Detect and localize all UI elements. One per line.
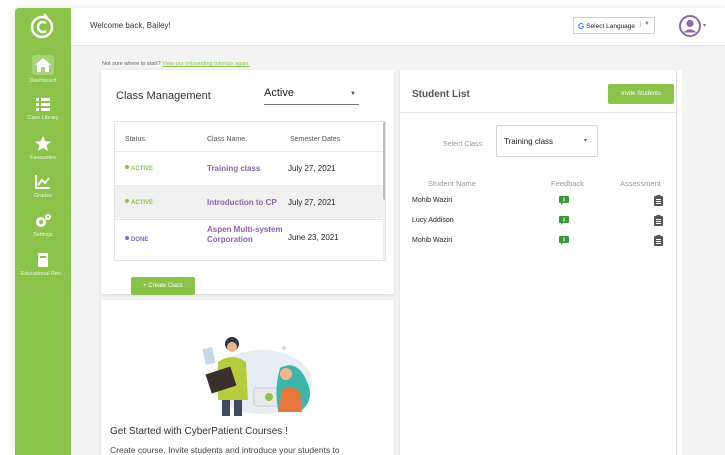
class-select[interactable]: Training class ▼ <box>496 125 598 157</box>
status-dot <box>125 165 129 169</box>
get-started-text: Create course. Invite students and intro… <box>110 445 340 455</box>
cyberpatient-logo[interactable] <box>29 13 55 39</box>
class-name-link[interactable]: Introduction to CP <box>207 198 285 208</box>
table-row[interactable]: DONE Aspen Multi-system Corporation June… <box>115 219 383 260</box>
sidebar-item-grades[interactable]: Grades <box>15 174 71 199</box>
get-started-title: Get Started with CyberPatient Courses ! <box>110 426 288 437</box>
filter-value: Active <box>264 87 294 99</box>
status-dot <box>125 199 129 203</box>
get-started-panel: Get Started with CyberPatient Courses ! … <box>101 300 394 455</box>
app-window: Dashboard Case Library Favourites Grades <box>15 8 725 455</box>
sidebar-item-label: Settings <box>33 232 53 238</box>
class-table: Status. Class Name. Semester Dates ACTIV… <box>114 121 386 261</box>
sidebar-item-settings[interactable]: Settings <box>15 213 71 238</box>
table-row[interactable]: ACTIVE Introduction to CP July 27, 2021 <box>115 185 383 218</box>
student-list-panel: Student List Invite Students Select Clas… <box>400 70 676 455</box>
student-name: Lucy Addison <box>412 217 454 224</box>
class-management-title: Class Management <box>116 90 211 102</box>
student-row: Mohib Waziri <box>400 232 676 252</box>
google-icon: G <box>578 22 585 31</box>
status-badge: ACTIVE <box>125 165 153 172</box>
onboarding-note: Not sure where to start? View our onboar… <box>102 61 250 67</box>
teaching-illustration <box>202 337 312 416</box>
sidebar-item-case-library[interactable]: Case Library <box>15 96 71 121</box>
status-text: ACTIVE <box>131 200 154 206</box>
sidebar-item-dashboard[interactable]: Dashboard <box>15 55 71 84</box>
student-row: Lucy Addison <box>400 212 676 232</box>
user-avatar[interactable] <box>679 15 701 37</box>
book-icon <box>38 253 48 267</box>
sidebar: Dashboard Case Library Favourites Grades <box>15 8 71 455</box>
class-select-value: Training class <box>504 137 554 146</box>
student-list-title: Student List <box>412 89 470 100</box>
sidebar-item-label: Favourites <box>30 155 56 161</box>
class-table-scrollbar[interactable] <box>383 122 385 260</box>
semester-date: June 23, 2021 <box>288 233 339 242</box>
sidebar-item-educational-resources[interactable]: Educational Res... <box>15 252 71 277</box>
clipboard-icon[interactable] <box>654 195 663 206</box>
chevron-down-icon: ▼ <box>640 21 650 27</box>
student-name: Mohib Waziri <box>412 197 453 204</box>
column-header-feedback: Feedback <box>551 179 584 188</box>
status-badge: ACTIVE <box>125 199 153 206</box>
class-name-link[interactable]: Training class <box>207 164 285 174</box>
student-name: Mohib Waziri <box>412 237 453 244</box>
sidebar-item-label: Case Library <box>27 115 59 121</box>
divider <box>400 112 676 113</box>
column-header-assessment: Assessment <box>620 179 661 188</box>
gears-icon <box>36 214 51 227</box>
invite-students-button[interactable]: Invite Students <box>608 84 674 104</box>
class-status-filter[interactable]: Active ▼ <box>264 87 359 105</box>
page-scrollbar[interactable] <box>676 70 682 455</box>
chevron-down-icon[interactable]: ▾ <box>703 22 706 29</box>
caret-down-icon: ▼ <box>350 91 356 97</box>
chart-icon <box>35 175 50 189</box>
table-row[interactable]: ACTIVE Training class July 27, 2021 <box>115 151 383 184</box>
list-icon <box>36 98 50 111</box>
semester-date: July 27, 2021 <box>288 198 336 207</box>
class-name-link[interactable]: Aspen Multi-system Corporation <box>207 225 287 245</box>
create-class-button[interactable]: + Create Class <box>131 277 195 295</box>
select-class-label: Select Class: <box>443 141 484 148</box>
clipboard-icon[interactable] <box>654 215 663 226</box>
clipboard-icon[interactable] <box>654 235 663 246</box>
status-dot <box>125 236 129 240</box>
home-icon <box>35 58 51 72</box>
language-selector[interactable]: G Select Language ▼ <box>573 17 655 34</box>
class-management-panel: Class Management Active ▼ Status. Class … <box>101 70 394 295</box>
scrollbar-thumb[interactable] <box>383 122 385 200</box>
onboarding-link[interactable]: View our onboarding tutorials again. <box>162 61 250 67</box>
column-header-semester-dates: Semester Dates <box>290 136 341 143</box>
welcome-message: Welcome back, Bailey! <box>90 21 171 30</box>
language-label: Select Language <box>586 23 636 30</box>
status-text: DONE <box>131 237 149 243</box>
sidebar-item-label: Grades <box>33 193 53 199</box>
caret-down-icon: ▼ <box>583 138 588 144</box>
column-header-class-name: Class Name. <box>207 136 248 143</box>
top-header: Welcome back, Bailey! G Select Language ▼… <box>71 8 725 46</box>
sidebar-item-label: Dashboard <box>29 78 57 84</box>
onboarding-text: Not sure where to start? <box>102 61 161 67</box>
feedback-icon[interactable] <box>559 216 569 225</box>
feedback-icon[interactable] <box>559 236 569 245</box>
column-header-status: Status. <box>125 136 147 143</box>
column-header-student-name: Student Name <box>428 179 476 188</box>
sidebar-item-favourites[interactable]: Favourites <box>15 136 71 161</box>
star-icon <box>35 136 51 151</box>
status-text: ACTIVE <box>131 166 154 172</box>
sidebar-item-label: Educational Res... <box>20 271 66 277</box>
semester-date: July 27, 2021 <box>288 164 336 173</box>
feedback-icon[interactable] <box>559 196 569 205</box>
student-row: Mohib Waziri <box>400 192 676 212</box>
status-badge: DONE <box>125 236 148 243</box>
